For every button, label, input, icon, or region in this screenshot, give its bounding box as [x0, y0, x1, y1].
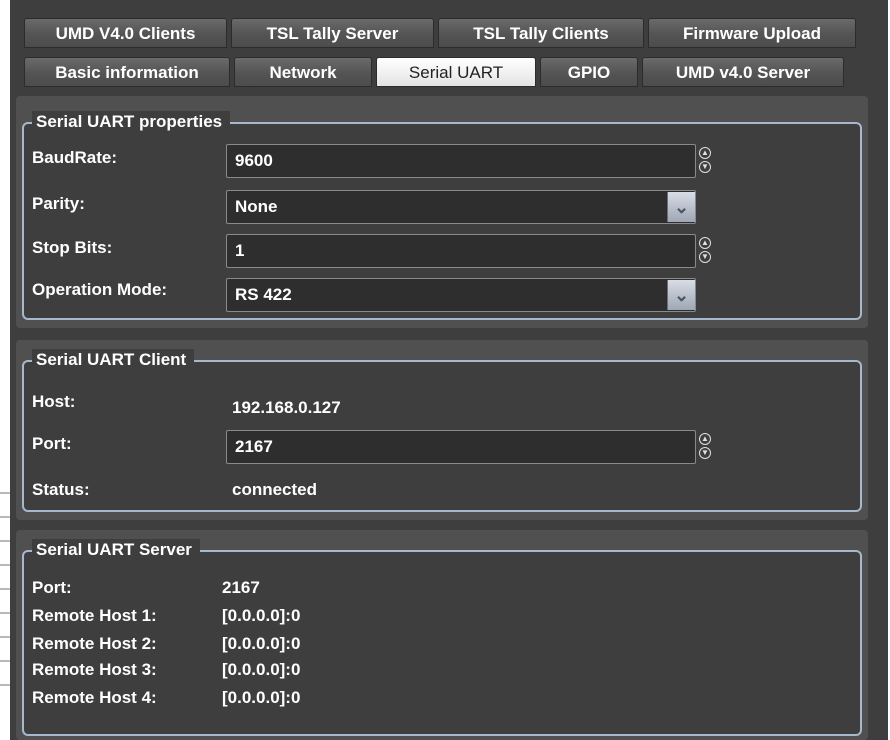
client-port-spinner-icon[interactable]: ▲ ▼ — [699, 431, 713, 461]
remote-host-1-value: [0.0.0.0]:0 — [222, 606, 301, 625]
tab-basic-information[interactable]: Basic information — [24, 57, 230, 87]
remote-host-1-label: Remote Host 1: — [32, 606, 157, 625]
background-edge — [0, 470, 10, 740]
tab-tsl-tally-clients[interactable]: TSL Tally Clients — [438, 18, 644, 48]
tab-network[interactable]: Network — [234, 57, 372, 87]
operation-mode-chevron-down-icon[interactable]: ⌄ — [667, 280, 695, 310]
remote-host-3-label: Remote Host 3: — [32, 660, 157, 679]
serial-uart-properties-group: Serial UART properties BaudRate: 9600 ▲ ▼… — [22, 111, 862, 320]
remote-host-2-label: Remote Host 2: — [32, 634, 157, 653]
remote-host-4-label: Remote Host 4: — [32, 688, 157, 707]
baudrate-spinner-icon[interactable]: ▲ ▼ — [699, 145, 713, 175]
parity-value: None — [235, 197, 278, 216]
operation-mode-label: Operation Mode: — [32, 280, 168, 299]
parity-select[interactable]: None ⌄ — [226, 190, 696, 224]
client-port-value: 2167 — [235, 437, 273, 456]
stop-bits-label: Stop Bits: — [32, 238, 113, 257]
operation-mode-value: RS 422 — [235, 285, 292, 304]
status-value: connected — [232, 480, 318, 499]
operation-mode-select[interactable]: RS 422 ⌄ — [226, 278, 696, 312]
serial-uart-server-group: Serial UART Server Port: 2167 Remote Hos… — [22, 539, 862, 736]
stop-bits-spinner-icon[interactable]: ▲ ▼ — [699, 235, 713, 265]
tab-row-2: Basic information Network Serial UART GP… — [24, 57, 844, 87]
client-title: Serial UART Client — [32, 349, 195, 371]
remote-host-2-value: [0.0.0.0]:0 — [222, 634, 301, 653]
parity-label: Parity: — [32, 194, 85, 213]
remote-host-3-value: [0.0.0.0]:0 — [222, 660, 301, 679]
tab-tsl-tally-server[interactable]: TSL Tally Server — [231, 18, 434, 48]
host-label: Host: — [32, 392, 76, 411]
stop-bits-field[interactable]: 1 ▲ ▼ — [226, 234, 711, 268]
remote-host-4-value: [0.0.0.0]:0 — [222, 688, 301, 707]
baudrate-field[interactable]: 9600 ▲ ▼ — [226, 144, 711, 178]
tab-umd-v4-clients[interactable]: UMD V4.0 Clients — [24, 18, 227, 48]
server-port-label: Port: — [32, 578, 72, 597]
status-label: Status: — [32, 480, 90, 499]
tab-umd-v4-server[interactable]: UMD v4.0 Server — [642, 57, 844, 87]
host-value: 192.168.0.127 — [232, 398, 341, 417]
server-title: Serial UART Server — [32, 539, 200, 561]
baudrate-value: 9600 — [235, 151, 273, 170]
stop-bits-value: 1 — [235, 241, 245, 260]
properties-title: Serial UART properties — [32, 111, 231, 133]
baudrate-label: BaudRate: — [32, 148, 118, 167]
client-port-field[interactable]: 2167 ▲ ▼ — [226, 430, 711, 464]
server-port-value: 2167 — [222, 578, 260, 597]
tab-firmware-upload[interactable]: Firmware Upload — [648, 18, 856, 48]
serial-uart-client-group: Serial UART Client Host: 192.168.0.127 P… — [22, 349, 862, 512]
tab-serial-uart[interactable]: Serial UART — [376, 57, 536, 87]
tab-gpio[interactable]: GPIO — [540, 57, 638, 87]
tab-row-1: UMD V4.0 Clients TSL Tally Server TSL Ta… — [24, 18, 856, 48]
parity-chevron-down-icon[interactable]: ⌄ — [667, 192, 695, 222]
client-port-label: Port: — [32, 434, 72, 453]
